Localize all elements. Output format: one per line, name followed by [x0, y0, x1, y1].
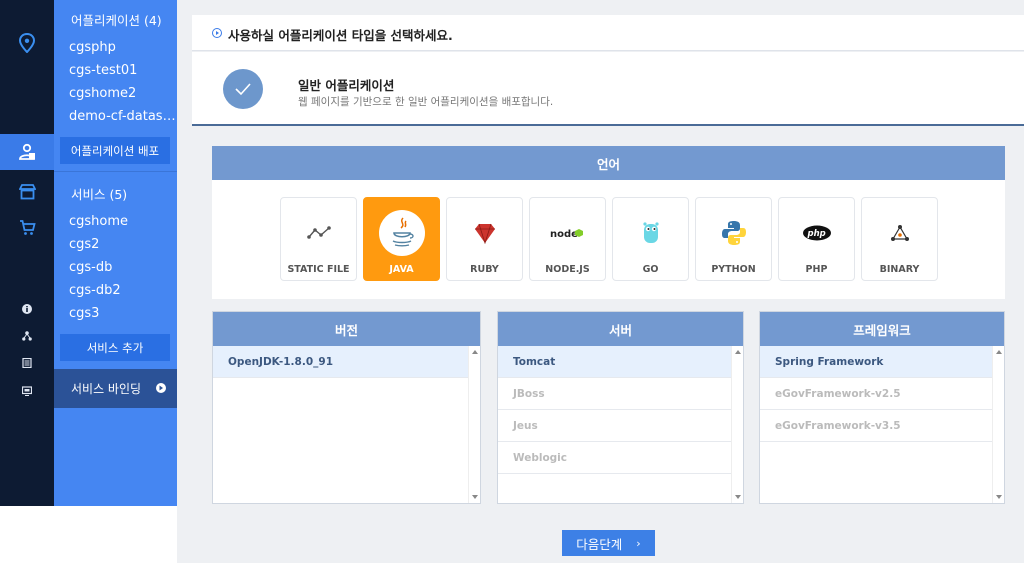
lang-tile-ruby[interactable]: RUBY — [446, 197, 523, 281]
server-header: 서버 — [498, 312, 743, 346]
svg-text:node: node — [550, 229, 578, 239]
sidebar-app-item[interactable]: demo-cf-dataso... — [69, 109, 177, 124]
server-option[interactable]: Weblogic — [498, 442, 731, 474]
version-header: 버전 — [213, 312, 480, 346]
lang-label: RUBY — [470, 264, 499, 275]
lang-tile-binary[interactable]: BINARY — [861, 197, 938, 281]
next-step-button[interactable]: 다음단계 › — [562, 530, 655, 556]
server-option[interactable]: Jeus — [498, 410, 731, 442]
python-logo-icon — [696, 215, 771, 251]
lang-label: JAVA — [389, 264, 414, 275]
lang-tile-php[interactable]: php PHP — [778, 197, 855, 281]
lang-tile-static-file[interactable]: STATIC FILE — [280, 197, 357, 281]
lang-label: GO — [642, 264, 659, 275]
sidebar-app-item[interactable]: cgs-test01 — [69, 63, 177, 78]
sidebar-divider — [54, 171, 177, 172]
scroll-up-icon[interactable] — [996, 350, 1002, 354]
language-panel: 언어 STATIC FILE JAVA RUBY node NODE.JS GO… — [212, 146, 1005, 299]
static-file-icon — [281, 215, 356, 251]
sidebar-app-item[interactable]: cgsphp — [69, 40, 177, 55]
app-type-description: 웹 페이지를 기반으로 한 일반 어플리케이션을 배포합니다. — [298, 96, 554, 108]
lang-tile-java[interactable]: JAVA — [363, 197, 440, 281]
lang-tile-go[interactable]: GO — [612, 197, 689, 281]
lang-label: NODE.JS — [545, 264, 590, 275]
binary-icon — [862, 215, 937, 251]
play-circle-icon — [212, 28, 222, 38]
icon-rail — [0, 0, 54, 506]
sidebar-service-item[interactable]: cgshome — [69, 214, 177, 229]
store-icon[interactable] — [0, 180, 54, 204]
nodejs-logo-icon: node — [530, 215, 605, 251]
go-gopher-icon — [613, 215, 688, 251]
app-type-card[interactable]: 일반 어플리케이션 웹 페이지를 기반으로 한 일반 어플리케이션을 배포합니다… — [192, 52, 1024, 126]
server-scrollbar[interactable] — [731, 346, 743, 503]
sidebar-footer — [54, 506, 177, 563]
scroll-up-icon[interactable] — [735, 350, 741, 354]
service-binding-item[interactable]: 서비스 바인딩 — [54, 369, 177, 408]
sidebar-app-item[interactable]: cgshome2 — [69, 86, 177, 101]
framework-option[interactable]: eGovFramework-v2.5 — [760, 378, 992, 410]
lang-label: BINARY — [879, 264, 920, 275]
sidebar-service-item[interactable]: cgs3 — [69, 306, 177, 321]
framework-option[interactable]: eGovFramework-v3.5 — [760, 410, 992, 442]
check-circle-icon — [223, 69, 263, 109]
scroll-down-icon[interactable] — [472, 495, 478, 499]
java-logo-icon — [364, 210, 439, 256]
svg-text:php: php — [806, 229, 825, 239]
next-step-label: 다음단계 — [576, 536, 623, 552]
lang-label: PHP — [805, 264, 828, 275]
ruby-logo-icon — [447, 215, 522, 251]
version-panel: 버전 OpenJDK-1.8.0_91 — [212, 311, 481, 504]
scroll-up-icon[interactable] — [472, 350, 478, 354]
service-binding-label: 서비스 바인딩 — [71, 382, 142, 396]
language-header: 언어 — [212, 146, 1005, 180]
framework-scrollbar[interactable] — [992, 346, 1004, 503]
content-gutter — [177, 0, 192, 563]
scroll-down-icon[interactable] — [996, 495, 1002, 499]
sidebar: 어플리케이션 (4) cgsphp cgs-test01 cgshome2 de… — [54, 0, 177, 506]
php-logo-icon: php — [779, 215, 854, 251]
version-option[interactable]: OpenJDK-1.8.0_91 — [213, 346, 468, 378]
framework-panel: 프레임워크 Spring Framework eGovFramework-v2.… — [759, 311, 1005, 504]
main-content: 사용하실 어플리케이션 타입을 선택하세요. 일반 어플리케이션 웹 페이지를 … — [192, 0, 1024, 563]
document-icon[interactable] — [0, 355, 54, 371]
server-option[interactable]: JBoss — [498, 378, 731, 410]
version-scrollbar[interactable] — [468, 346, 480, 503]
add-service-button[interactable]: 서비스 추가 — [60, 334, 170, 361]
deploy-app-button[interactable]: 어플리케이션 배포 — [60, 137, 170, 164]
arrow-right-icon — [156, 383, 166, 393]
services-header: 서비스 (5) — [71, 187, 128, 202]
framework-option[interactable]: Spring Framework — [760, 346, 992, 378]
lang-label: PYTHON — [711, 264, 756, 275]
app-deploy-icon[interactable] — [0, 134, 54, 170]
page-header: 사용하실 어플리케이션 타입을 선택하세요. — [192, 15, 1024, 51]
monitor-icon[interactable] — [0, 383, 54, 399]
server-panel: 서버 Tomcat JBoss Jeus Weblogic — [497, 311, 744, 504]
app-type-name: 일반 어플리케이션 — [298, 78, 395, 93]
user-tree-icon[interactable] — [0, 328, 54, 344]
scroll-down-icon[interactable] — [735, 495, 741, 499]
info-icon[interactable] — [0, 301, 54, 317]
cart-icon[interactable] — [0, 216, 54, 240]
lang-tile-python[interactable]: PYTHON — [695, 197, 772, 281]
framework-header: 프레임워크 — [760, 312, 1004, 346]
sidebar-service-item[interactable]: cgs-db2 — [69, 283, 177, 298]
sidebar-service-item[interactable]: cgs-db — [69, 260, 177, 275]
apps-header: 어플리케이션 (4) — [71, 13, 162, 28]
rail-footer — [0, 506, 54, 563]
server-option[interactable]: Tomcat — [498, 346, 731, 378]
lang-label: STATIC FILE — [287, 264, 350, 275]
chevron-right-icon: › — [636, 536, 641, 550]
sidebar-service-item[interactable]: cgs2 — [69, 237, 177, 252]
lang-tile-nodejs[interactable]: node NODE.JS — [529, 197, 606, 281]
location-pin-icon[interactable] — [0, 28, 54, 58]
page-title: 사용하실 어플리케이션 타입을 선택하세요. — [228, 28, 453, 43]
